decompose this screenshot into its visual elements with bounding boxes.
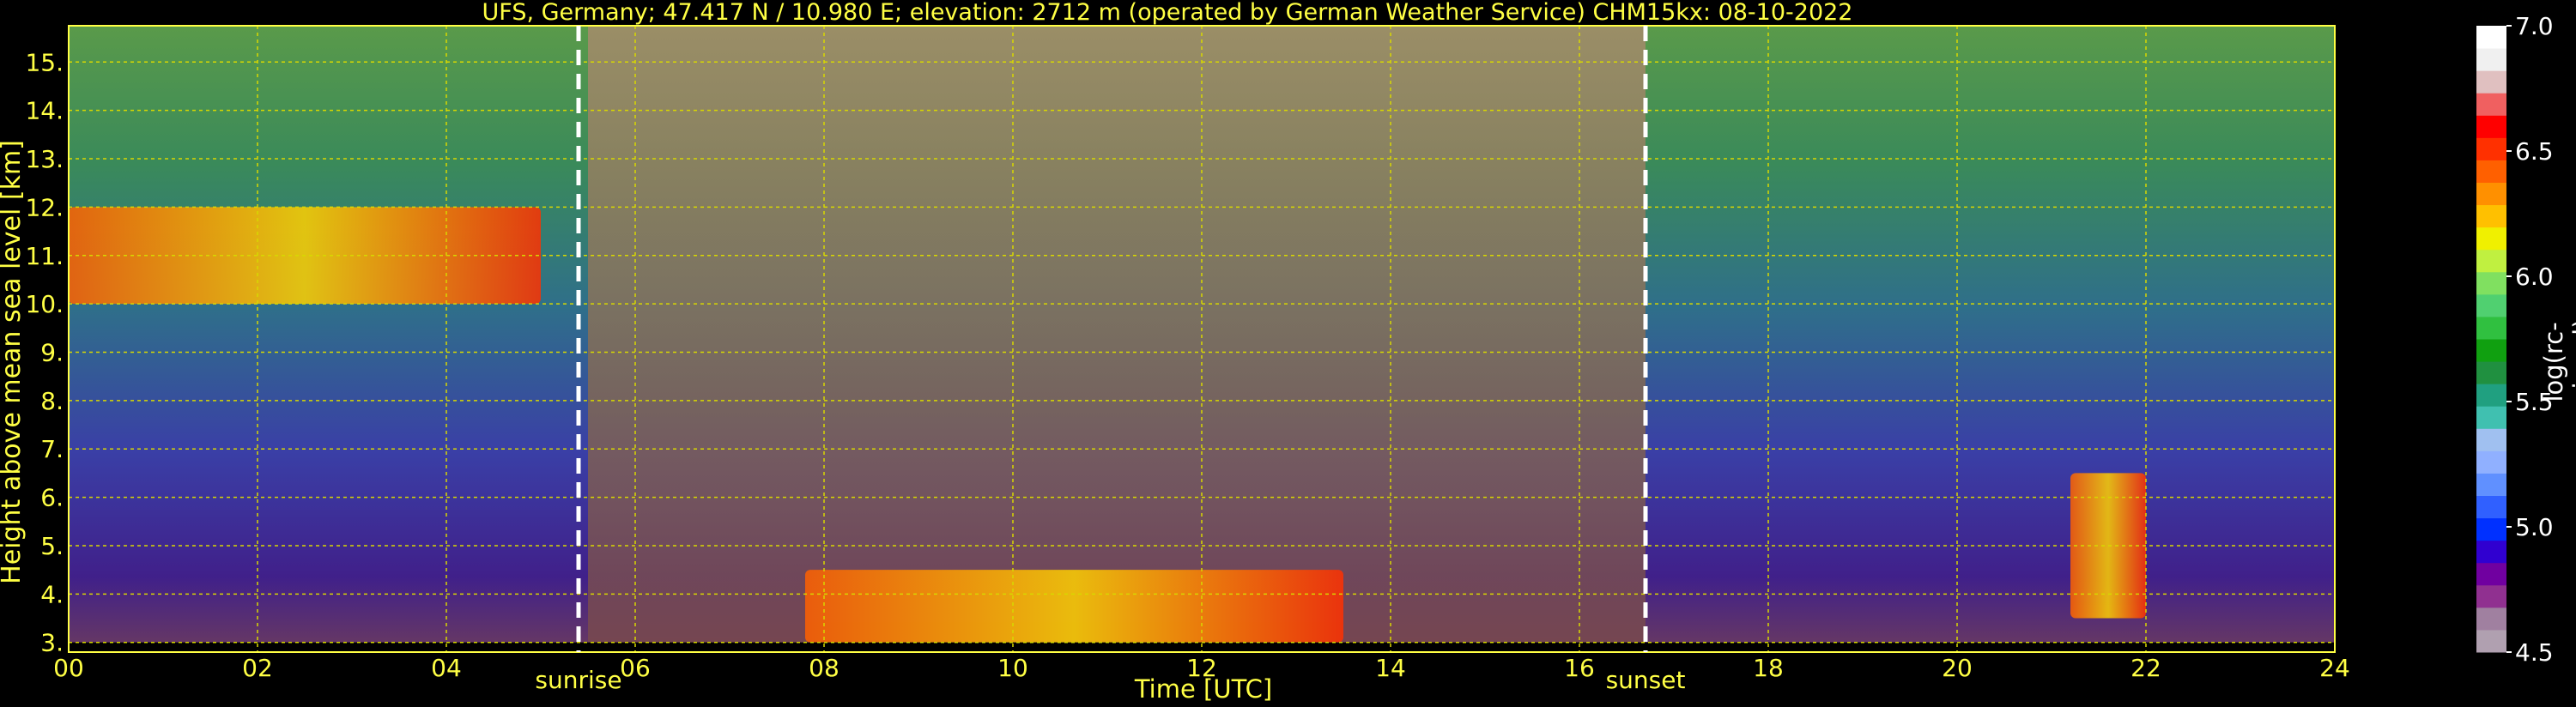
colorbar-segment [2476,607,2506,631]
colorbar-tick-label: 6.5 [2515,137,2554,166]
x-tick-label: 06 [620,654,651,682]
colorbar-segment [2476,227,2506,251]
colorbar-segment [2476,495,2506,519]
x-tick-label: 04 [431,654,462,682]
x-tick-label: 02 [242,654,273,682]
y-tick-label: 10. [25,290,64,318]
x-tick-label: 24 [2319,654,2350,682]
colorbar-segment [2476,182,2506,206]
colorbar-segment [2476,361,2506,384]
colorbar-segment [2476,93,2506,116]
x-tick-label: 22 [2131,654,2161,682]
y-tick-label: 3. [40,629,64,657]
colorbar-segment [2476,428,2506,451]
x-tick-label: 08 [809,654,839,682]
colorbar-segment [2476,584,2506,608]
daylight-noise [588,26,1646,652]
feature-low-cloud-boundary-layer [805,570,1343,643]
colorbar-segment [2476,249,2506,273]
colorbar-tick-label: 6.0 [2515,263,2554,291]
sunrise-label: sunrise [535,666,621,694]
y-tick-label: 6. [40,484,64,512]
colorbar-segment [2476,293,2506,317]
y-tick-label: 7. [40,435,64,463]
colorbar-segment [2476,316,2506,340]
colorbar-segment [2476,384,2506,407]
y-tick-label: 11. [25,242,64,270]
colorbar-tick-label: 7.0 [2515,12,2554,40]
y-tick-label: 12. [25,193,64,221]
colorbar-segment [2476,406,2506,429]
colorbar-segment [2476,629,2506,653]
y-tick-label: 8. [40,387,64,415]
colorbar-segment [2476,115,2506,138]
colorbar-segment [2476,204,2506,228]
y-tick-label: 9. [40,339,64,367]
y-tick-label: 4. [40,580,64,608]
y-tick-label: 15. [25,48,64,76]
colorbar-segment [2476,137,2506,160]
colorbar-segment [2476,562,2506,586]
x-tick-label: 12 [1186,654,1217,682]
x-tick-label: 18 [1753,654,1784,682]
y-tick-label: 14. [25,97,64,125]
colorbar-segment [2476,339,2506,362]
colorbar-segment [2476,271,2506,295]
x-tick-label: 16 [1564,654,1595,682]
colorbar-tick-label: 4.5 [2515,638,2554,667]
colorbar-segment [2476,450,2506,474]
lidar-backscatter-heatmap: 00 02 04 06 08 10 12 14 16 18 20 22 24 3. 4. 5. 6. 7. 8. 9.… [25,12,2554,694]
x-tick-label: 14 [1375,654,1406,682]
y-tick-label: 5. [40,532,64,560]
colorbar-tick-label: 5.5 [2515,388,2554,416]
colorbar-tick-label: 5.0 [2515,513,2554,541]
colorbar-segment [2476,26,2506,49]
colorbar-segment [2476,48,2506,71]
x-tick-label: 10 [997,654,1028,682]
colorbar-segment [2476,160,2506,183]
x-tick-label: 00 [53,654,84,682]
x-tick-label: 20 [1942,654,1973,682]
colorbar-segment [2476,473,2506,496]
sunset-label: sunset [1606,666,1686,694]
colorbar-segment [2476,70,2506,94]
colorbar-segment [2476,517,2506,541]
colorbar-segment [2476,540,2506,564]
y-tick-label: 13. [25,145,64,173]
